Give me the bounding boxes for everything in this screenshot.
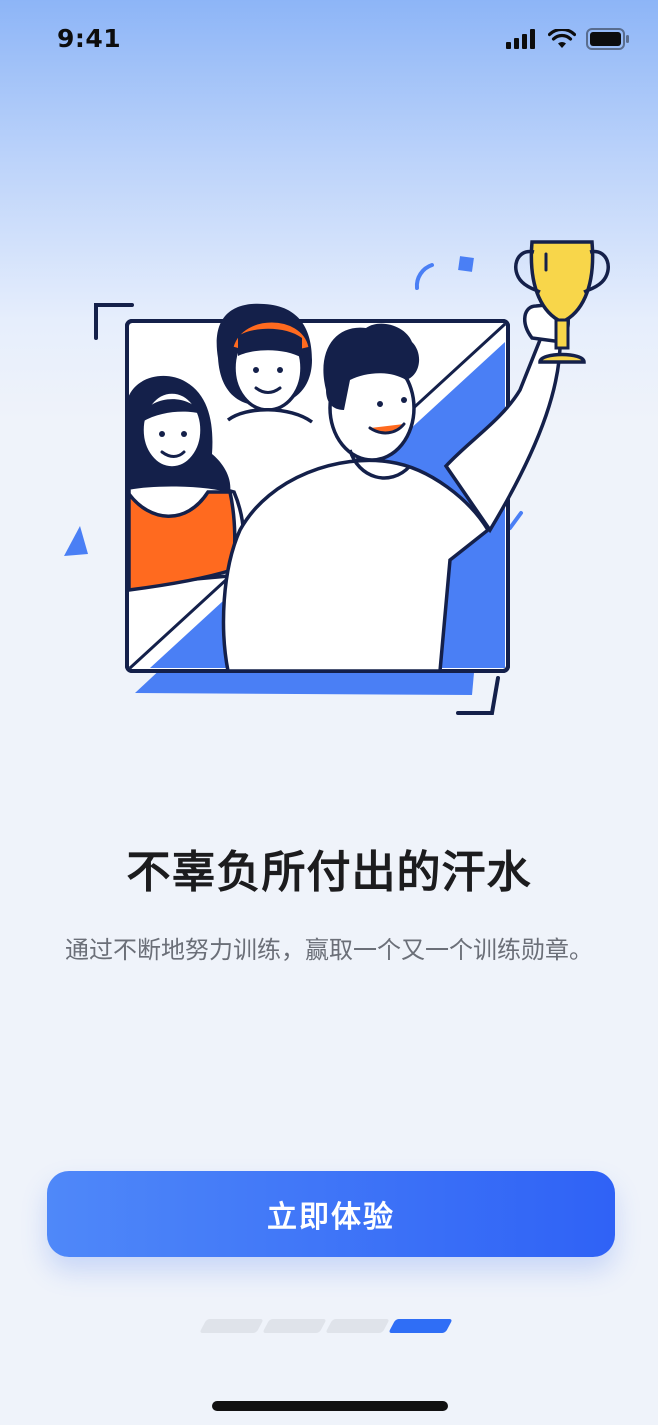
cellular-signal-icon [506,29,535,49]
page-indicator-dot[interactable] [199,1319,264,1333]
start-experience-button[interactable]: 立即体验 [47,1171,615,1257]
trophy [514,240,610,364]
wifi-icon [548,29,576,48]
page-subtitle: 通过不断地努力训练，赢取一个又一个训练勋章。 [65,936,593,964]
page-title: 不辜负所付出的汗水 [126,847,532,898]
status-icons [506,28,630,50]
status-bar: 9:41 [0,0,658,80]
onboarding-illustration [64,240,610,715]
page-indicator [199,1319,453,1333]
page-indicator-dot-active[interactable] [388,1319,453,1333]
home-indicator[interactable] [212,1401,448,1411]
battery-icon [586,28,629,50]
status-time: 9:41 [57,24,122,53]
page-indicator-dot[interactable] [325,1319,390,1333]
page-indicator-dot[interactable] [262,1319,327,1333]
